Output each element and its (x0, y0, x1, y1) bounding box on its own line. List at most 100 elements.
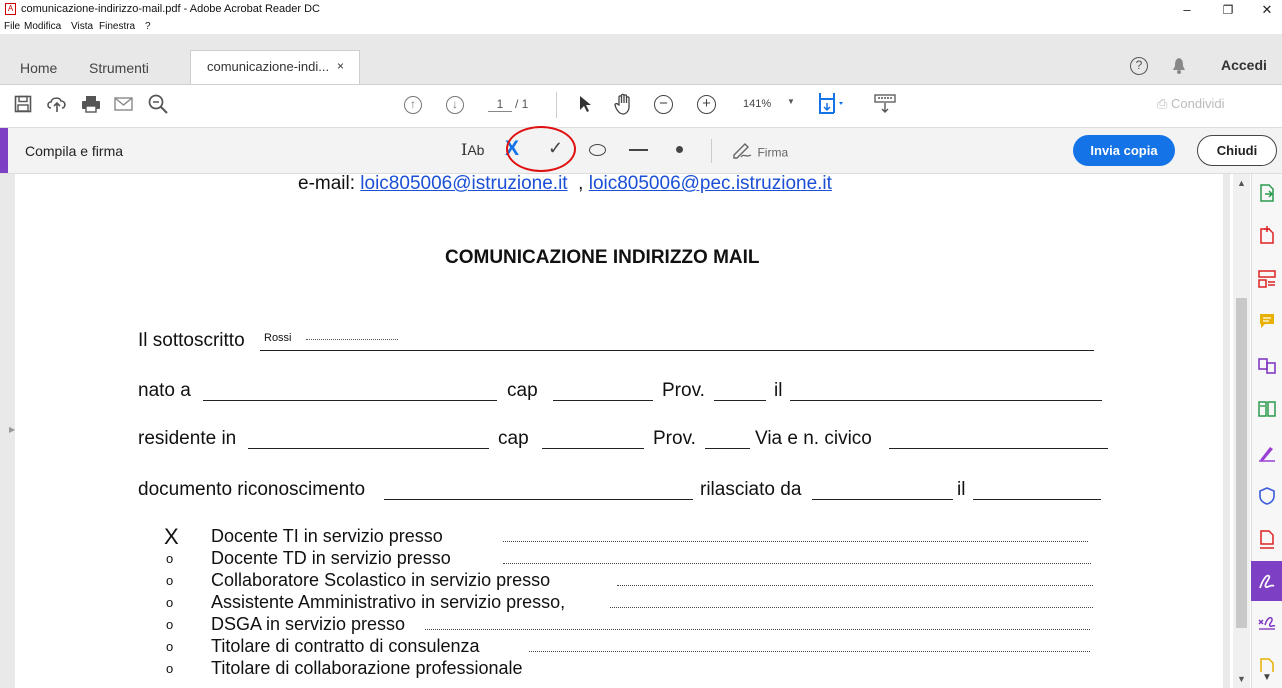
option-bullet[interactable]: o (166, 551, 173, 566)
save-icon[interactable] (14, 95, 32, 118)
line-tool-icon[interactable] (629, 149, 648, 151)
send-copy-button[interactable]: Invia copia (1073, 135, 1175, 166)
chevron-down-icon[interactable]: ▼ (787, 97, 795, 106)
create-pdf-icon[interactable] (1258, 226, 1276, 244)
hand-tool-icon[interactable] (614, 93, 634, 120)
pen-sign-icon (731, 141, 753, 164)
add-text-tool[interactable]: IAb (461, 140, 484, 159)
protect-shield-icon[interactable] (1258, 487, 1276, 505)
select-cursor-icon[interactable] (578, 95, 592, 118)
close-fill-sign-button[interactable]: Chiudi (1197, 135, 1277, 166)
option-label: DSGA in servizio presso (211, 614, 406, 634)
menu-finestra[interactable]: Finestra (99, 21, 135, 32)
cap-field-2[interactable] (542, 428, 644, 449)
more-pdf-tools-icon[interactable] (1258, 530, 1276, 549)
menu-help[interactable]: ? (145, 21, 151, 32)
option-label: Titolare di contratto di consulenza (211, 636, 480, 656)
residente-field[interactable] (248, 428, 489, 449)
page-number-input[interactable]: 1 (488, 97, 512, 112)
edit-pdf-icon[interactable] (1258, 270, 1276, 288)
circle-tool-icon[interactable] (589, 144, 606, 156)
rail-scroll-down-icon[interactable]: ▼ (1258, 672, 1276, 683)
scroll-down-arrow[interactable]: ▼ (1237, 674, 1246, 684)
cap-field-1[interactable] (553, 380, 653, 401)
list-item[interactable]: o Collaboratore Scolastico in servizio p… (160, 570, 1120, 593)
prov-field-1[interactable] (714, 380, 766, 401)
zoom-out-icon[interactable]: − (654, 95, 673, 114)
request-signature-icon[interactable] (1258, 614, 1276, 632)
organize-pages-icon[interactable] (1258, 400, 1276, 418)
minimize-button[interactable]: – (1167, 0, 1207, 20)
email-link-1[interactable]: loic805006@istruzione.it (360, 173, 567, 194)
fit-page-icon[interactable] (818, 92, 846, 121)
comment-icon[interactable] (1258, 313, 1276, 331)
zoom-level-select[interactable]: 141% (743, 98, 771, 110)
sottoscritto-dots (306, 339, 398, 340)
option-bullet[interactable]: o (166, 573, 173, 588)
via-field[interactable] (889, 428, 1108, 449)
fill-sign-pen-icon[interactable] (1258, 444, 1276, 462)
window-title: comunicazione-indirizzo-mail.pdf - Adobe… (21, 3, 320, 15)
nato-a-label: nato a (138, 380, 191, 401)
list-item[interactable]: o Docente TD in servizio presso (160, 548, 1120, 571)
via-label: Via e n. civico (755, 428, 872, 449)
option-dots (610, 607, 1093, 608)
issue-date-field[interactable] (973, 479, 1101, 500)
tab-document[interactable]: comunicazione-indi... × (190, 50, 360, 84)
sign-label: Firma (757, 145, 789, 160)
tab-close-icon[interactable]: × (337, 59, 344, 73)
fill-sign-active-tool[interactable] (1251, 561, 1282, 601)
vertical-scrollbar[interactable]: ▲ ▼ (1233, 174, 1250, 688)
tab-tools[interactable]: Strumenti (89, 52, 149, 85)
restore-button[interactable]: ❐ (1208, 0, 1248, 20)
menu-modifica[interactable]: Modifica (24, 21, 61, 32)
tab-home[interactable]: Home (20, 52, 57, 85)
main-toolbar (0, 85, 1282, 128)
scrollbar-thumb[interactable] (1236, 298, 1247, 628)
sign-tool-button[interactable]: Firma (731, 141, 788, 164)
birth-date-field[interactable] (790, 380, 1102, 401)
option-bullet[interactable]: o (166, 639, 173, 654)
menu-vista[interactable]: Vista (71, 21, 93, 32)
next-page-icon[interactable]: ↓ (446, 96, 464, 114)
help-icon[interactable]: ? (1130, 57, 1148, 75)
cross-checkbox-mark[interactable]: X (164, 524, 179, 550)
print-icon[interactable] (81, 95, 101, 118)
list-item[interactable]: X Docente TI in servizio presso (160, 524, 1120, 550)
list-item[interactable]: o DSGA in servizio presso (160, 614, 1120, 637)
share-button[interactable]: ⎙ Condividi (1157, 96, 1225, 112)
previous-page-icon[interactable]: ↑ (404, 96, 422, 114)
list-item[interactable]: o Titolare di contratto di consulenza (160, 636, 1120, 659)
rilasciato-label: rilasciato da (700, 479, 802, 500)
bell-icon[interactable] (1171, 57, 1187, 75)
option-bullet[interactable]: o (166, 661, 173, 676)
close-window-button[interactable]: ✕ (1247, 0, 1282, 20)
prov-field-2[interactable] (705, 428, 750, 449)
option-dots (529, 651, 1090, 652)
menu-file[interactable]: File (4, 21, 20, 32)
export-pdf-icon[interactable] (1258, 184, 1276, 202)
sottoscritto-field[interactable] (260, 330, 1094, 351)
zoom-in-icon[interactable]: + (697, 95, 716, 114)
signin-link[interactable]: Accedi (1221, 57, 1267, 73)
option-bullet[interactable]: o (166, 617, 173, 632)
scroll-up-arrow[interactable]: ▲ (1237, 178, 1246, 188)
rilasciato-field[interactable] (812, 479, 953, 500)
nato-a-field[interactable] (203, 380, 497, 401)
list-item[interactable]: o Titolare di collaborazione professiona… (160, 658, 1120, 681)
keyboard-scroll-icon[interactable] (874, 94, 896, 119)
toolbar-divider (556, 92, 557, 118)
cap-label-2: cap (498, 428, 529, 449)
documento-field[interactable] (384, 479, 693, 500)
search-icon[interactable] (148, 94, 168, 119)
sottoscritto-value[interactable]: Rossi (264, 332, 292, 344)
upload-cloud-icon[interactable] (46, 95, 68, 118)
list-item[interactable]: o Assistente Amministrativo in servizio … (160, 592, 1120, 615)
option-label: Collaboratore Scolastico in servizio pre… (211, 570, 551, 590)
combine-files-icon[interactable] (1258, 357, 1276, 375)
dot-tool-icon[interactable] (676, 146, 683, 153)
email-separator: , (578, 173, 584, 194)
option-bullet[interactable]: o (166, 595, 173, 610)
email-link-2[interactable]: loic805006@pec.istruzione.it (589, 173, 832, 194)
mail-icon[interactable] (114, 96, 134, 117)
